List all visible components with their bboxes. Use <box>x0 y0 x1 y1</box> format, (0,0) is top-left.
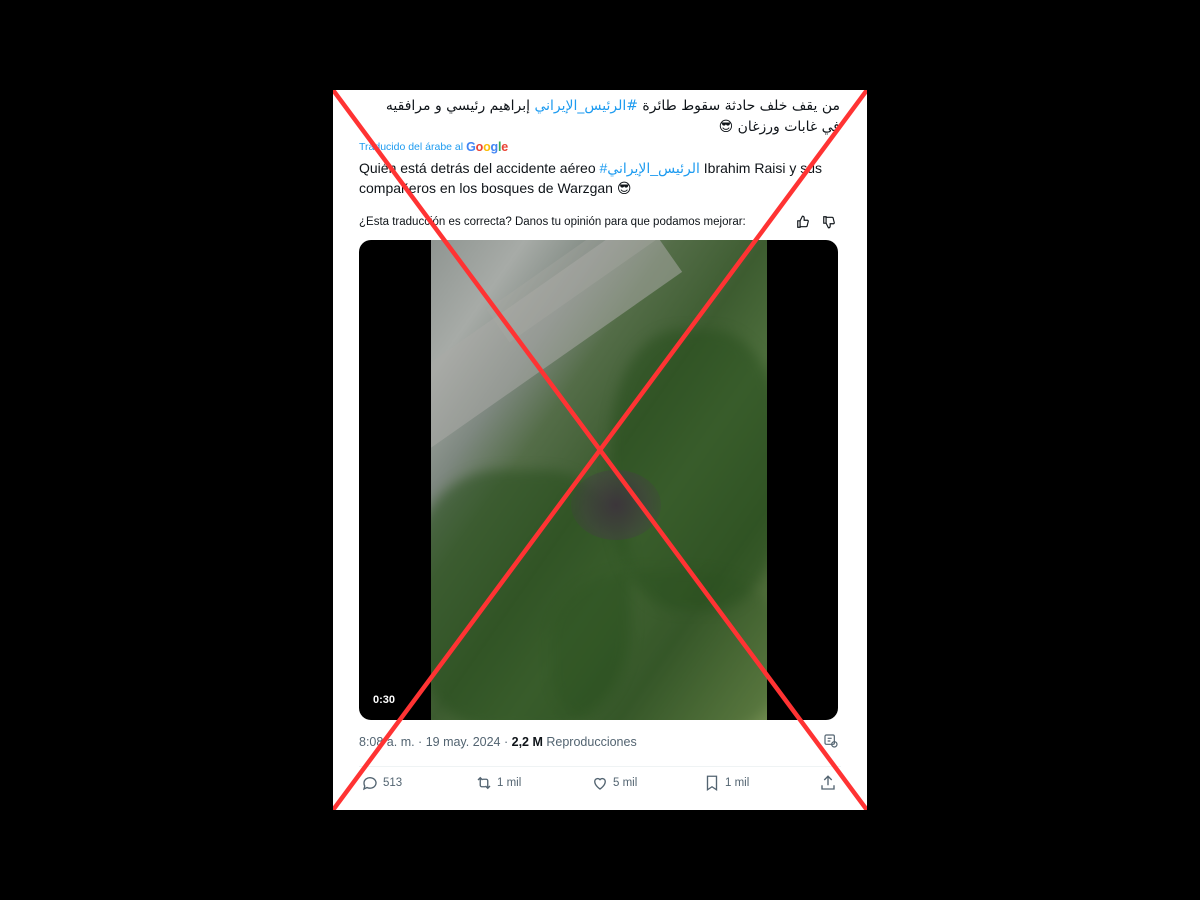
views-count: 2,2 M <box>511 735 543 749</box>
repost-count: 1 mil <box>497 777 522 789</box>
like-icon <box>594 777 606 790</box>
repost-button[interactable]: 1 mil <box>475 774 521 792</box>
grok-icon[interactable] <box>823 733 839 749</box>
tweet-original-text-part: من يقف خلف حادثة سقوط طائرة <box>637 98 840 114</box>
tweet-translated-text: Quién está detrás del accidente aéreo #ا… <box>359 158 829 198</box>
translation-label: Traducido del árabe al <box>359 141 464 153</box>
thumbs-down-icon[interactable] <box>819 214 839 230</box>
tweet-card: من يقف خلف حادثة سقوط طائرة #الرئيس_الإي… <box>333 90 867 810</box>
like-button[interactable]: 5 mil <box>591 774 637 792</box>
hashtag-link[interactable]: #الرئيس_الإيراني <box>534 98 638 114</box>
video-duration: 0:30 <box>373 694 396 706</box>
video-thumbnail <box>431 240 767 720</box>
feedback-question: ¿Esta traducción es correcta? Danos tu o… <box>359 216 746 228</box>
bookmark-icon <box>706 775 718 792</box>
divider <box>359 766 841 767</box>
reply-button[interactable]: 513 <box>361 774 402 792</box>
google-logo: Google <box>466 140 508 154</box>
bookmark-count: 1 mil <box>725 777 750 789</box>
video-scene-forest <box>551 570 767 720</box>
translation-feedback: ¿Esta traducción es correcta? Danos tu o… <box>359 214 839 230</box>
bookmark-button[interactable]: 1 mil <box>703 774 749 792</box>
reply-icon <box>362 777 377 791</box>
action-bar: 513 1 mil 5 mil 1 mil <box>359 774 843 796</box>
share-button[interactable] <box>819 774 837 792</box>
share-icon <box>821 775 835 790</box>
smoke-plume <box>571 470 661 540</box>
hashtag-link[interactable]: #الرئيس_الإيراني <box>600 160 700 176</box>
timestamp[interactable]: 8:08 a. m. · 19 may. 2024 · <box>359 735 512 749</box>
tweet-meta: 8:08 a. m. · 19 may. 2024 · 2,2 M Reprod… <box>359 735 637 749</box>
translation-attribution[interactable]: Traducido del árabe al Google <box>359 140 508 154</box>
video-player[interactable]: 0:30 <box>359 240 838 720</box>
video-scene-forest <box>611 330 767 610</box>
thumbs-up-icon[interactable] <box>793 214 813 230</box>
tweet-original-text: من يقف خلف حادثة سقوط طائرة #الرئيس_الإي… <box>370 96 840 138</box>
views-label: Reproducciones <box>542 735 637 749</box>
translated-text-part: Quién está detrás del accidente aéreo <box>359 160 600 176</box>
reply-count: 513 <box>383 777 403 789</box>
like-count: 5 mil <box>613 777 638 789</box>
repost-icon <box>477 776 491 790</box>
